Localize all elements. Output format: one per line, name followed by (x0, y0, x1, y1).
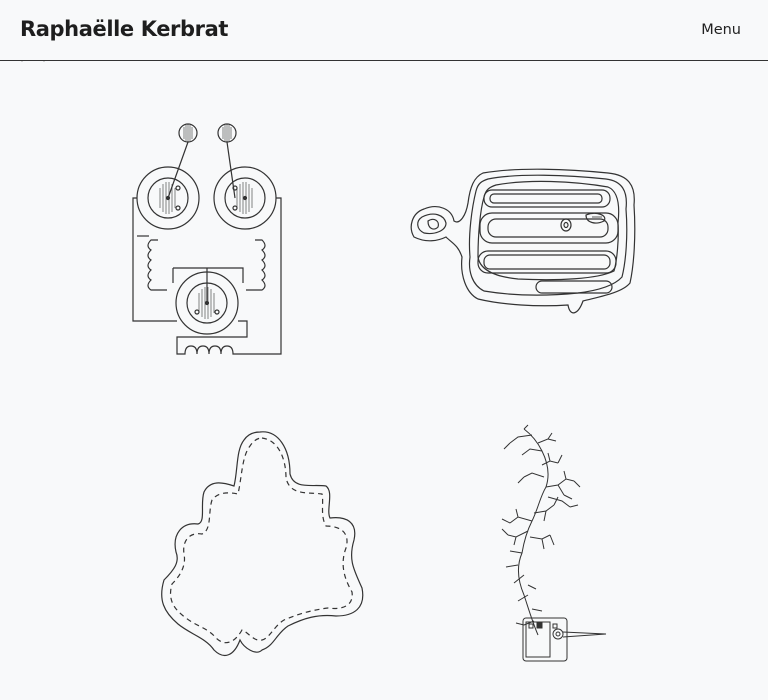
site-header: Raphaëlle Kerbrat Menu (0, 0, 768, 61)
header-divider-dots: ·· (21, 59, 65, 65)
contour-map-artwork[interactable] (408, 165, 640, 320)
site-title[interactable]: Raphaëlle Kerbrat (20, 17, 228, 41)
circuit-drawing-artwork[interactable] (125, 118, 290, 363)
menu-button[interactable]: Menu (701, 22, 741, 38)
branching-root-artwork[interactable] (488, 424, 610, 665)
leaf-outline-artwork[interactable] (158, 430, 368, 660)
